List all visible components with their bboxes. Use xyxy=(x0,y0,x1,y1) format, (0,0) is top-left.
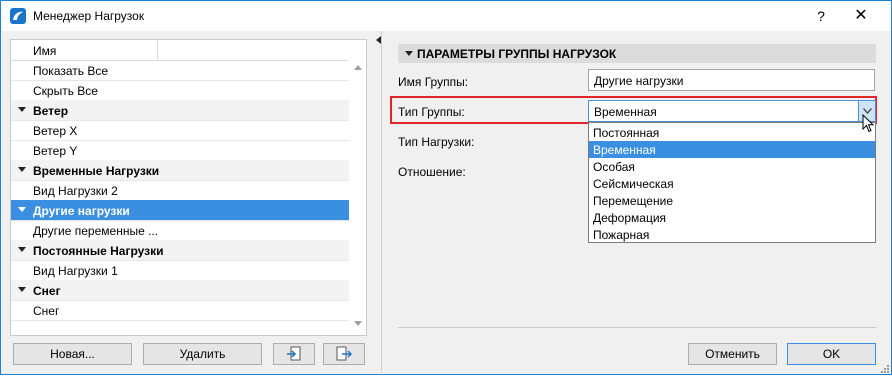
list-group-row[interactable]: Временные Нагрузки xyxy=(11,160,349,181)
expand-triangle-icon[interactable] xyxy=(18,247,26,252)
load-group-list: Имя Показать Все Скрыть Все Ветер Ветер X Ве… xyxy=(10,39,367,336)
row-label: Постоянные Нагрузки xyxy=(33,244,164,258)
help-button[interactable]: ? xyxy=(811,6,831,26)
resize-grip-icon[interactable] xyxy=(879,363,889,373)
window-title: Менеджер Нагрузок xyxy=(33,9,145,23)
cancel-button[interactable]: Отменить xyxy=(688,343,777,365)
import-button[interactable] xyxy=(273,343,315,365)
expand-triangle-icon[interactable] xyxy=(18,287,26,292)
dropdown-option[interactable]: Сейсмическая xyxy=(589,175,875,192)
group-name-value: Другие нагрузки xyxy=(594,74,684,88)
list-item[interactable]: Скрыть Все xyxy=(11,80,349,101)
scroll-down-icon[interactable] xyxy=(354,321,362,326)
row-label: Ветер xyxy=(33,104,69,118)
expand-triangle-icon[interactable] xyxy=(18,207,26,212)
dropdown-option[interactable]: Временная xyxy=(589,141,875,158)
app-icon xyxy=(10,8,26,24)
dropdown-option[interactable]: Деформация xyxy=(589,209,875,226)
row-label: Ветер Y xyxy=(33,144,78,158)
option-label: Перемещение xyxy=(593,194,673,208)
panel-divider xyxy=(381,31,382,376)
dropdown-option[interactable]: Особая xyxy=(589,158,875,175)
group-type-label: Тип Группы: xyxy=(398,105,465,119)
list-group-row[interactable]: Ветер xyxy=(11,100,349,121)
group-name-label: Имя Группы: xyxy=(398,75,469,89)
footer-divider xyxy=(398,327,876,328)
export-button[interactable] xyxy=(323,343,365,365)
list-group-row[interactable]: Постоянные Нагрузки xyxy=(11,240,349,261)
expand-triangle-icon[interactable] xyxy=(18,107,26,112)
close-button[interactable]: ✕ xyxy=(851,6,871,26)
title-bar[interactable]: Менеджер Нагрузок ? ✕ xyxy=(1,1,891,31)
scroll-up-icon[interactable] xyxy=(354,65,362,70)
load-type-label: Тип Нагрузки: xyxy=(398,135,475,149)
group-name-field[interactable]: Другие нагрузки xyxy=(588,69,875,91)
option-label: Пожарная xyxy=(593,228,650,242)
list-item[interactable]: Другие переменные ... xyxy=(11,220,349,241)
option-label: Постоянная xyxy=(593,126,660,140)
export-icon xyxy=(336,346,352,361)
list-item[interactable]: Снег xyxy=(11,300,349,321)
list-item[interactable]: Ветер X xyxy=(11,120,349,141)
option-label: Сейсмическая xyxy=(593,177,674,191)
ok-button[interactable]: OK xyxy=(787,343,876,365)
row-label: Снег xyxy=(33,304,60,318)
import-icon xyxy=(287,346,301,361)
dropdown-option[interactable]: Пожарная xyxy=(589,226,875,243)
list-group-row[interactable]: Другие нагрузки xyxy=(11,200,349,221)
row-label: Ветер X xyxy=(33,124,78,138)
option-label: Деформация xyxy=(593,211,667,225)
group-params-section-header[interactable]: ПАРАМЕТРЫ ГРУППЫ НАГРУЗОК xyxy=(398,44,876,63)
row-label: Вид Нагрузки 1 xyxy=(33,264,118,278)
new-button[interactable]: Новая... xyxy=(13,343,132,365)
option-label: Временная xyxy=(593,143,656,157)
row-label: Скрыть Все xyxy=(33,84,98,98)
list-item[interactable]: Ветер Y xyxy=(11,140,349,161)
list-header: Имя xyxy=(11,40,349,61)
expand-triangle-icon[interactable] xyxy=(18,167,26,172)
row-label: Другие переменные ... xyxy=(33,224,159,238)
dropdown-option[interactable]: Перемещение xyxy=(589,192,875,209)
list-group-row[interactable]: Снег xyxy=(11,280,349,301)
load-manager-dialog: Менеджер Нагрузок ? ✕ Имя Показать Все Ск… xyxy=(0,0,892,376)
mouse-cursor-icon xyxy=(862,114,875,133)
row-label: Вид Нагрузки 2 xyxy=(33,184,118,198)
row-label: Снег xyxy=(33,284,61,298)
group-type-value: Временная xyxy=(594,105,657,119)
list-scrollbar[interactable] xyxy=(350,40,365,333)
row-label: Временные Нагрузки xyxy=(33,164,160,178)
group-type-select[interactable]: Временная xyxy=(588,100,876,122)
section-title: ПАРАМЕТРЫ ГРУППЫ НАГРУЗОК xyxy=(417,47,617,61)
row-label: Другие нагрузки xyxy=(33,204,130,218)
option-label: Особая xyxy=(593,160,635,174)
dropdown-option[interactable]: Постоянная xyxy=(589,124,875,141)
list-item[interactable]: Вид Нагрузки 2 xyxy=(11,180,349,201)
ratio-label: Отношение: xyxy=(398,165,466,179)
section-collapse-icon[interactable] xyxy=(405,51,413,56)
list-item[interactable]: Показать Все xyxy=(11,60,349,81)
group-type-dropdown: Постоянная Временная Особая Сейсмическая Пер… xyxy=(588,122,876,243)
list-item[interactable]: Вид Нагрузки 1 xyxy=(11,260,349,281)
delete-button[interactable]: Удалить xyxy=(143,343,262,365)
row-label: Показать Все xyxy=(33,64,109,78)
name-column-label: Имя xyxy=(33,44,57,58)
name-column-header[interactable]: Имя xyxy=(11,40,158,60)
